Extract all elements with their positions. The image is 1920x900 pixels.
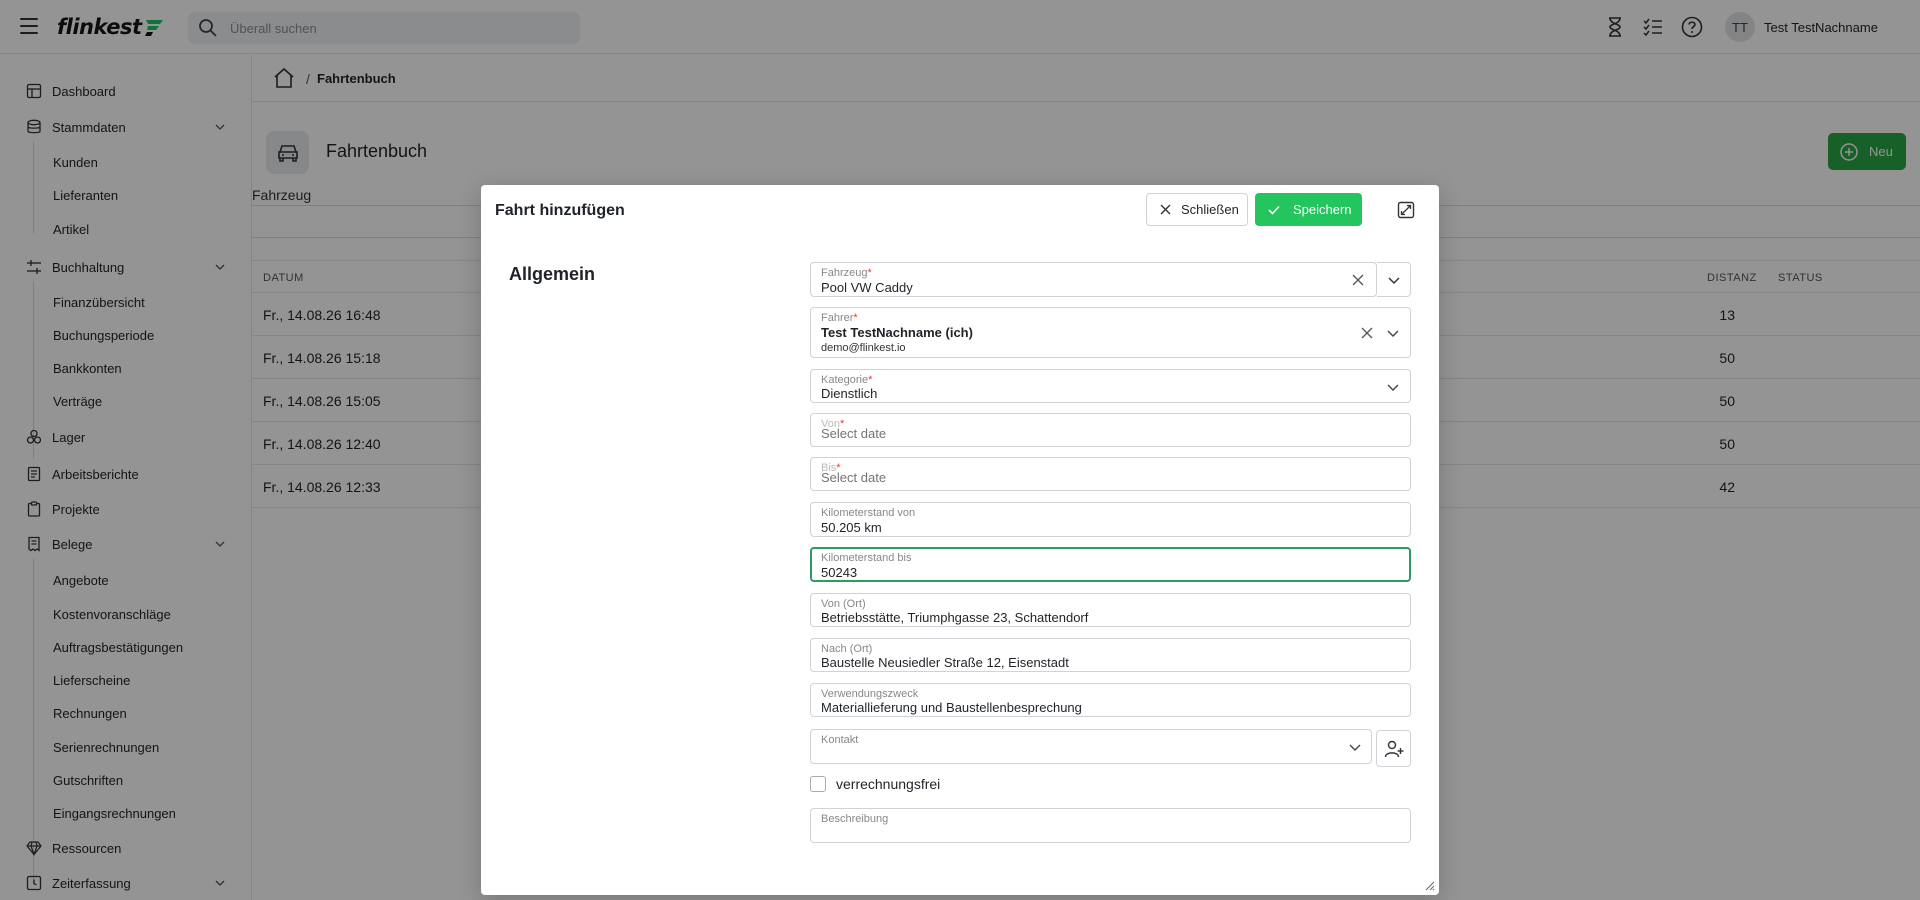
non-billable-label: verrechnungsfrei xyxy=(836,776,941,792)
check-icon xyxy=(1268,205,1280,215)
category-field[interactable]: Kategorie* Dienstlich xyxy=(810,369,1411,403)
end-date-input[interactable] xyxy=(821,470,1381,485)
chevron-down-icon[interactable] xyxy=(1347,739,1363,755)
non-billable-checkbox[interactable] xyxy=(810,776,826,792)
field-label-text: Kategorie xyxy=(821,374,869,386)
field-label: Kilometerstand bis xyxy=(821,552,912,564)
user-plus-icon xyxy=(1384,740,1403,757)
contact-field[interactable]: Kontakt xyxy=(810,729,1372,764)
end-date-field[interactable]: Bis* xyxy=(810,457,1411,491)
purpose-value: Materiallieferung und Baustellenbesprech… xyxy=(821,700,1082,715)
driver-email: demo@flinkest.io xyxy=(821,342,906,354)
odometer-start-field[interactable]: Kilometerstand von 50.205 km xyxy=(810,502,1411,537)
resize-handle-icon[interactable] xyxy=(1425,881,1435,891)
field-label-text: Fahrer xyxy=(821,312,854,324)
vehicle-field[interactable]: Fahrzeug* Pool VW Caddy xyxy=(810,262,1377,297)
driver-field[interactable]: Fahrer* Test TestNachname (ich) demo@fli… xyxy=(810,307,1411,358)
field-label: Nach (Ort) xyxy=(821,643,873,655)
field-label: Von (Ort) xyxy=(821,598,866,610)
vehicle-dropdown-button[interactable] xyxy=(1377,262,1411,297)
odometer-end-value: 50243 xyxy=(821,565,858,580)
field-label: Beschreibung xyxy=(821,813,889,825)
clear-icon[interactable] xyxy=(1359,325,1375,341)
section-title-allgemein: Allgemein xyxy=(509,264,596,284)
close-icon xyxy=(1160,204,1171,215)
odometer-end-field[interactable]: Kilometerstand bis 50243 xyxy=(810,547,1411,582)
description-field[interactable]: Beschreibung xyxy=(810,808,1411,843)
driver-value: Test TestNachname (ich) xyxy=(821,325,973,340)
field-label: Kontakt xyxy=(821,734,859,746)
add-trip-modal: Fahrt hinzufügen Schließen Speichern All… xyxy=(481,185,1439,895)
field-label: Fahrer* xyxy=(821,312,858,324)
non-billable-checkbox-row[interactable]: verrechnungsfrei xyxy=(810,776,940,792)
vehicle-value: Pool VW Caddy xyxy=(821,280,913,295)
clear-icon[interactable] xyxy=(1350,272,1366,288)
modal-title: Fahrt hinzufügen xyxy=(495,202,625,219)
origin-field[interactable]: Von (Ort) Betriebsstätte, Triumphgasse 2… xyxy=(810,593,1411,627)
category-value: Dienstlich xyxy=(821,386,878,401)
purpose-field[interactable]: Verwendungszweck Materiallieferung und B… xyxy=(810,683,1411,717)
chevron-down-icon[interactable] xyxy=(1385,379,1401,395)
save-button-label: Speichern xyxy=(1293,202,1352,217)
field-label-text: Fahrzeug xyxy=(821,267,868,279)
chevron-down-icon xyxy=(1386,272,1402,288)
destination-value: Baustelle Neusiedler Straße 12, Eisensta… xyxy=(821,655,1069,670)
required-mark: * xyxy=(868,374,873,386)
field-label: Verwendungszweck xyxy=(821,688,919,700)
start-date-input[interactable] xyxy=(821,426,1381,441)
required-mark: * xyxy=(867,267,872,279)
field-label: Kategorie* xyxy=(821,374,872,386)
required-mark: * xyxy=(853,312,858,324)
close-button-label: Schließen xyxy=(1181,202,1239,217)
save-button[interactable]: Speichern xyxy=(1255,193,1362,226)
add-contact-button[interactable] xyxy=(1376,730,1411,767)
odometer-start-value: 50.205 km xyxy=(821,520,882,535)
origin-value: Betriebsstätte, Triumphgasse 23, Schatte… xyxy=(821,610,1089,625)
chevron-down-icon[interactable] xyxy=(1385,325,1401,341)
field-label: Fahrzeug* xyxy=(821,267,872,279)
field-label: Kilometerstand von xyxy=(821,507,916,519)
start-date-field[interactable]: Von* xyxy=(810,413,1411,447)
destination-field[interactable]: Nach (Ort) Baustelle Neusiedler Straße 1… xyxy=(810,638,1411,672)
expand-icon[interactable] xyxy=(1397,201,1415,219)
close-button[interactable]: Schließen xyxy=(1146,193,1248,226)
